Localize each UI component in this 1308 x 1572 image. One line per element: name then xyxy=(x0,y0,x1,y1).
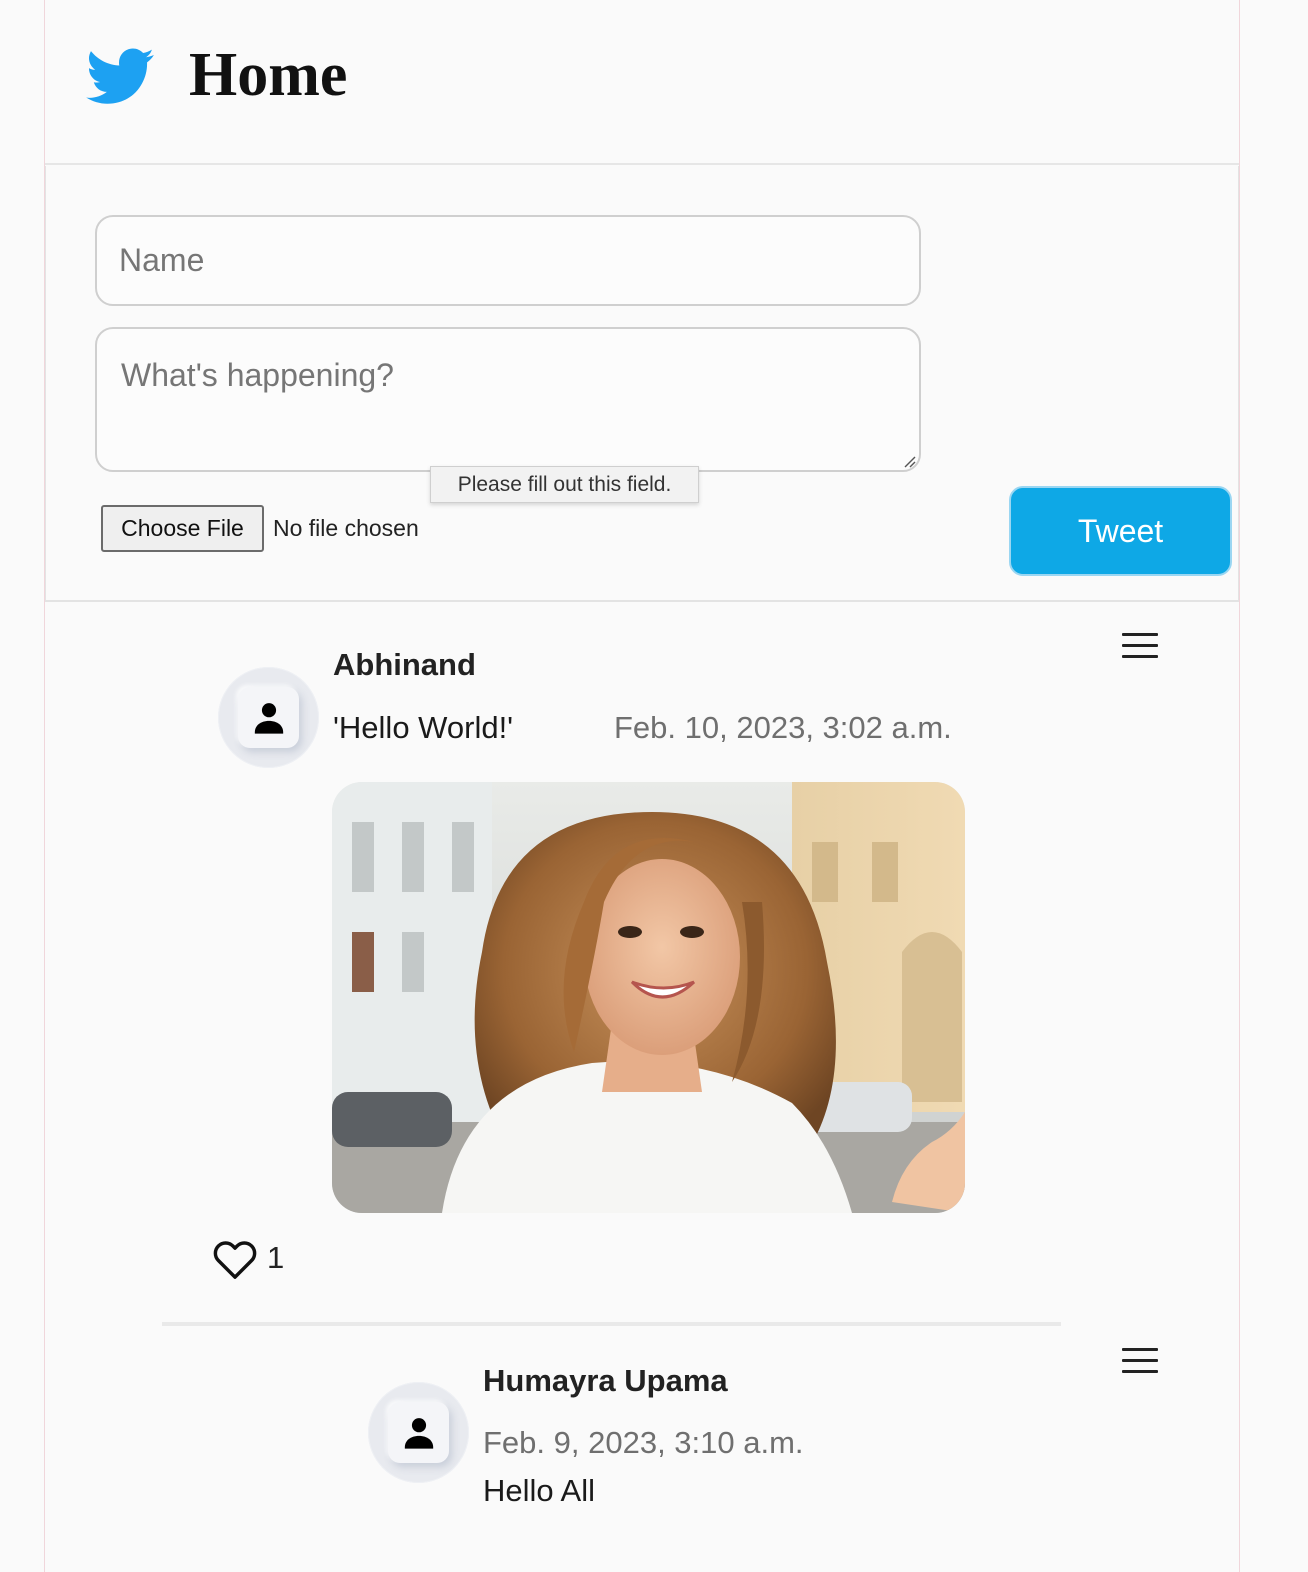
avatar[interactable] xyxy=(218,667,319,768)
frame-border-right xyxy=(1239,0,1240,1572)
post-author[interactable]: Abhinand xyxy=(333,647,476,683)
post-text: Hello All xyxy=(483,1473,595,1508)
tweet-text-input[interactable] xyxy=(95,327,921,472)
user-icon xyxy=(404,1418,434,1449)
heart-icon[interactable] xyxy=(212,1238,258,1280)
user-icon xyxy=(254,703,284,734)
tweet-button[interactable]: Tweet xyxy=(1009,486,1232,576)
post-menu-icon[interactable] xyxy=(1122,633,1158,659)
post-date: Feb. 9, 2023, 3:10 a.m. xyxy=(483,1425,804,1460)
twitter-bird-icon[interactable] xyxy=(86,42,156,110)
post-text: 'Hello World!' xyxy=(333,710,514,745)
page-title: Home xyxy=(189,41,348,109)
name-input[interactable] xyxy=(95,215,921,306)
resize-grip-icon[interactable] xyxy=(900,452,916,468)
user-icon-tile xyxy=(388,1402,449,1463)
post-menu-icon[interactable] xyxy=(1122,1348,1158,1374)
post-author[interactable]: Humayra Upama xyxy=(483,1363,728,1399)
validation-tooltip: Please fill out this field. xyxy=(430,466,699,503)
choose-file-button[interactable]: Choose File xyxy=(101,505,264,552)
post-image[interactable] xyxy=(332,782,965,1213)
like-count: 1 xyxy=(267,1240,285,1275)
user-icon-tile xyxy=(238,687,299,748)
post-photo xyxy=(332,782,965,1213)
avatar[interactable] xyxy=(368,1382,469,1483)
post-divider xyxy=(162,1322,1061,1326)
page: Home Choose File No file chosen Please f… xyxy=(0,0,1308,1572)
post-date: Feb. 10, 2023, 3:02 a.m. xyxy=(614,710,952,745)
file-status-label: No file chosen xyxy=(273,515,419,541)
